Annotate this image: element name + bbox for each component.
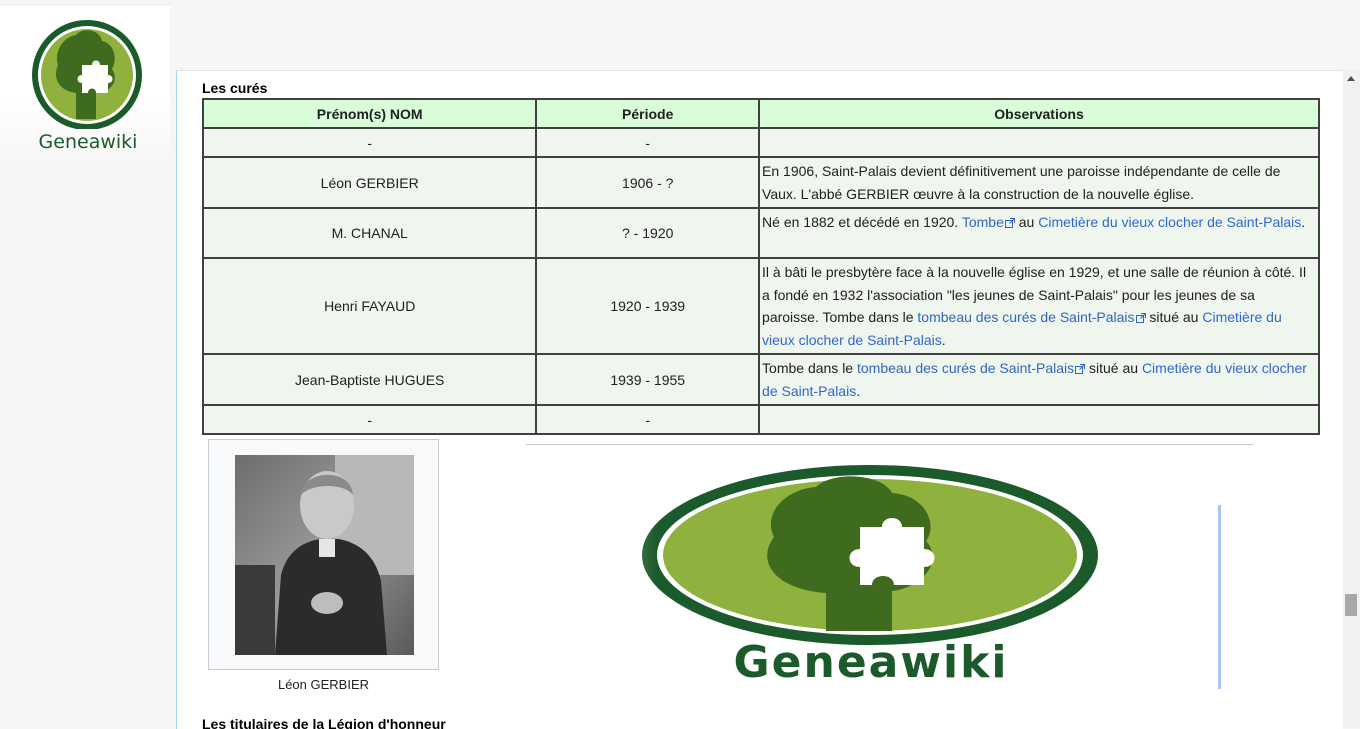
table-row: Jean-Baptiste HUGUES 1939 - 1955 Tombe d… xyxy=(201,353,1320,406)
site-logo-link[interactable]: Geneawiki xyxy=(30,19,146,159)
cell-period: - xyxy=(535,127,761,158)
external-link-icon xyxy=(1075,364,1086,374)
obs-text: . xyxy=(941,331,946,348)
cell-observations: Il à bâti le presbytère face à la nouvel… xyxy=(758,257,1320,355)
obs-text: Tombe dans le xyxy=(762,360,857,376)
table-row: Henri FAYAUD 1920 - 1939 Il à bâti le pr… xyxy=(201,257,1320,355)
main-content: Les curés Prénom(s) NOM Période Observat… xyxy=(176,70,1343,729)
sidebar: Geneawiki xyxy=(0,0,176,728)
external-link-icon xyxy=(1004,218,1015,228)
logo-text: Geneawiki xyxy=(38,131,138,153)
column-header-period: Période xyxy=(535,98,761,129)
table-row: - - xyxy=(201,404,1320,435)
cell-observations: En 1906, Saint-Palais devient définitive… xyxy=(758,156,1320,209)
tombeau-external-link[interactable]: tombeau des curés de Saint-Palais xyxy=(857,360,1074,376)
vertical-scrollbar[interactable] xyxy=(1343,70,1360,728)
obs-text: situé au xyxy=(1145,309,1203,325)
tombe-external-link[interactable]: Tombe xyxy=(962,214,1004,230)
cell-name: Jean-Baptiste HUGUES xyxy=(201,353,538,406)
cell-name: - xyxy=(201,127,538,158)
obs-text: . xyxy=(856,382,861,399)
cell-observations: Né en 1882 et décédé en 1920. Tombe au C… xyxy=(758,207,1320,259)
obs-text: situé au xyxy=(1085,360,1142,376)
cell-name: Léon GERBIER xyxy=(201,156,538,209)
cell-observations xyxy=(758,404,1320,435)
big-logo-text: Geneawiki xyxy=(734,637,1009,688)
cell-name: - xyxy=(201,404,538,435)
cell-name: M. CHANAL xyxy=(201,207,538,259)
cell-period: 1920 - 1939 xyxy=(535,257,761,355)
thumbnail-frame xyxy=(208,439,439,670)
divider xyxy=(526,444,1253,445)
cell-name: Henri FAYAUD xyxy=(201,257,538,355)
external-link-icon xyxy=(1135,313,1146,323)
thumbnail-caption: Léon GERBIER xyxy=(277,677,370,692)
cell-period: - xyxy=(535,404,761,435)
column-header-observations: Observations xyxy=(758,98,1320,129)
geneawiki-large-logo-icon[interactable]: Geneawiki xyxy=(526,455,1226,689)
scroll-up-arrow-icon[interactable] xyxy=(1347,76,1355,81)
cell-observations xyxy=(758,127,1320,158)
table-row: Léon GERBIER 1906 - ? En 1906, Saint-Pal… xyxy=(201,156,1320,209)
leon-gerbier-photo[interactable] xyxy=(235,455,414,655)
column-header-name: Prénom(s) NOM xyxy=(201,98,538,129)
section-heading-cures: Les curés xyxy=(202,80,268,96)
tombeau-external-link[interactable]: tombeau des curés de Saint-Palais xyxy=(917,309,1134,325)
section-heading-legion: Les titulaires de la Légion d'honneur xyxy=(202,716,446,729)
obs-text: au xyxy=(1014,214,1039,230)
obs-text: . xyxy=(1301,214,1306,230)
table-row: - - xyxy=(201,127,1320,158)
cures-table: Prénom(s) NOM Période Observations - - L… xyxy=(201,98,1320,435)
geneawiki-logo-icon xyxy=(32,20,142,130)
table-row: M. CHANAL ? - 1920 Né en 1882 et décédé … xyxy=(201,207,1320,259)
cell-period: 1906 - ? xyxy=(535,156,761,209)
obs-text: Né en 1882 et décédé en 1920. xyxy=(762,214,962,230)
cell-observations: Tombe dans le tombeau des curés de Saint… xyxy=(758,353,1320,406)
scrollbar-thumb[interactable] xyxy=(1345,594,1357,616)
cimetiere-link[interactable]: Cimetière du vieux clocher de Saint-Pala… xyxy=(1038,214,1301,230)
cell-period: ? - 1920 xyxy=(535,207,761,259)
table-header-row: Prénom(s) NOM Période Observations xyxy=(201,98,1320,129)
cell-period: 1939 - 1955 xyxy=(535,353,761,406)
logo-area: Geneawiki xyxy=(0,4,170,165)
